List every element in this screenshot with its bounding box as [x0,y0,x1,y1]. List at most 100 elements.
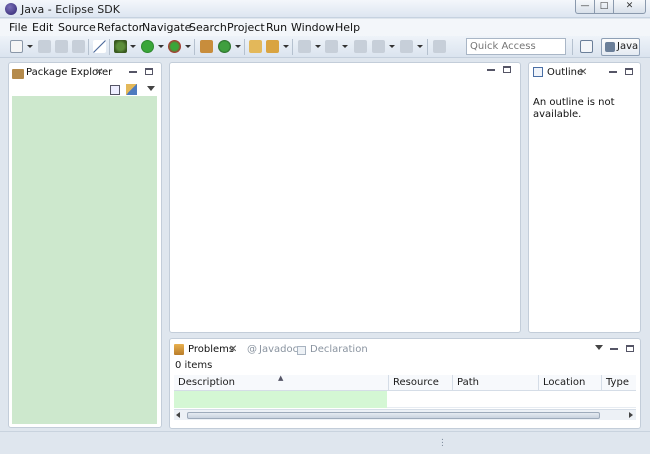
menu-help[interactable]: Help [335,21,360,34]
new-java-project-icon[interactable] [200,40,213,53]
tab-declaration[interactable]: Declaration [310,344,368,355]
toolbar-separator [572,39,573,55]
search-icon[interactable] [266,40,279,53]
new-icon[interactable] [10,40,23,53]
editor-area[interactable] [169,62,521,333]
outline-icon [533,67,543,77]
outline-view: Outline ✕ An outline is not available. [528,62,641,333]
java-perspective-label: Java [617,41,639,52]
toolbar-separator [194,39,195,55]
previous-annotation-icon[interactable] [325,40,338,53]
minimize-button[interactable]: — [575,0,595,14]
close-icon[interactable]: ✕ [229,345,237,355]
at-icon: @ [247,344,257,355]
outline-message: An outline is not available. [533,97,615,120]
last-edit-location-icon[interactable] [354,40,367,53]
maximize-view-icon[interactable] [625,68,633,75]
close-icon[interactable]: ✕ [95,68,103,78]
toolbar-separator [427,39,428,55]
title-bar: Java - Eclipse SDK — □ ✕ [0,0,650,18]
skip-breakpoints-icon[interactable] [93,40,106,53]
collapse-all-icon[interactable] [110,85,120,95]
menu-file[interactable]: File [9,21,27,34]
save-icon[interactable] [38,40,51,53]
close-icon[interactable]: ✕ [579,68,587,78]
next-annotation-dropdown-arrow-icon[interactable] [315,45,321,48]
column-header-path[interactable]: Path [453,375,539,391]
forward-icon[interactable] [400,40,413,53]
new-dropdown-arrow-icon[interactable] [27,45,33,48]
menu-project[interactable]: Project [227,21,265,34]
debug-dropdown-arrow-icon[interactable] [130,45,136,48]
java-perspective-icon [605,42,615,52]
status-bar: ... [0,431,650,454]
minimize-view-icon[interactable] [609,71,617,73]
link-with-editor-icon[interactable] [126,84,137,95]
table-row[interactable] [174,391,387,408]
table-row-cells[interactable] [387,391,636,408]
scroll-right-icon[interactable] [629,412,633,418]
new-class-dropdown-arrow-icon[interactable] [235,45,241,48]
menu-search[interactable]: Search [189,21,227,34]
next-annotation-icon[interactable] [298,40,311,53]
sort-ascending-icon: ▲ [278,374,284,382]
maximize-view-icon[interactable] [145,68,153,75]
print-icon[interactable] [72,40,85,53]
pin-editor-icon[interactable] [433,40,446,53]
problems-icon [174,344,184,355]
window-title: Java - Eclipse SDK [21,3,120,16]
package-explorer-view: Package Explorer ✕ [8,62,162,428]
column-header-location[interactable]: Location [539,375,602,391]
java-perspective-button[interactable]: Java [601,38,640,56]
status-bar-grip-icon[interactable]: ... [441,434,444,449]
main-toolbar: Java [0,36,650,58]
toolbar-separator [88,39,89,55]
run-icon[interactable] [141,40,154,53]
external-tools-dropdown-arrow-icon[interactable] [185,45,191,48]
column-header-resource[interactable]: Resource [389,375,453,391]
menu-window[interactable]: Window [291,21,334,34]
toolbar-separator [109,39,110,55]
new-class-icon[interactable] [218,40,231,53]
previous-annotation-dropdown-arrow-icon[interactable] [342,45,348,48]
tab-problems[interactable]: Problems [188,344,234,355]
package-icon [12,69,24,79]
close-button[interactable]: ✕ [613,0,646,14]
menu-run[interactable]: Run [266,21,287,34]
open-type-icon[interactable] [249,40,262,53]
outline-tab[interactable]: Outline [547,67,583,78]
back-icon[interactable] [372,40,385,53]
menu-refactor[interactable]: Refactor [97,21,143,34]
search-dropdown-arrow-icon[interactable] [283,45,289,48]
forward-dropdown-arrow-icon[interactable] [417,45,423,48]
save-all-icon[interactable] [55,40,68,53]
toolbar-separator [244,39,245,55]
column-header-type[interactable]: Type [602,375,636,391]
package-explorer-tree[interactable] [12,96,157,424]
minimize-editor-icon[interactable] [487,69,495,71]
maximize-button[interactable]: □ [594,0,614,14]
scrollbar-thumb[interactable] [187,412,600,419]
menu-edit[interactable]: Edit [32,21,53,34]
back-dropdown-arrow-icon[interactable] [389,45,395,48]
menu-navigate[interactable]: Navigate [142,21,191,34]
minimize-view-icon[interactable] [129,71,137,73]
problems-count: 0 items [175,360,213,371]
menu-source[interactable]: Source [58,21,96,34]
horizontal-scrollbar[interactable] [174,409,636,420]
view-menu-icon[interactable] [595,345,603,350]
tab-javadoc[interactable]: Javadoc [259,344,298,355]
external-tools-icon[interactable] [168,40,181,53]
scroll-left-icon[interactable] [176,412,180,418]
toolbar-separator [292,39,293,55]
minimize-view-icon[interactable] [610,348,618,350]
maximize-view-icon[interactable] [626,345,634,352]
maximize-editor-icon[interactable] [503,66,511,73]
quick-access-input[interactable] [466,38,566,55]
problems-view: Problems ✕ @ Javadoc Declaration 0 items… [169,338,641,429]
run-dropdown-arrow-icon[interactable] [158,45,164,48]
debug-icon[interactable] [114,40,127,53]
problems-table-header: Description ▲ Resource Path Location Typ… [174,374,636,391]
open-perspective-icon[interactable] [580,40,593,53]
view-menu-icon[interactable] [147,86,155,91]
